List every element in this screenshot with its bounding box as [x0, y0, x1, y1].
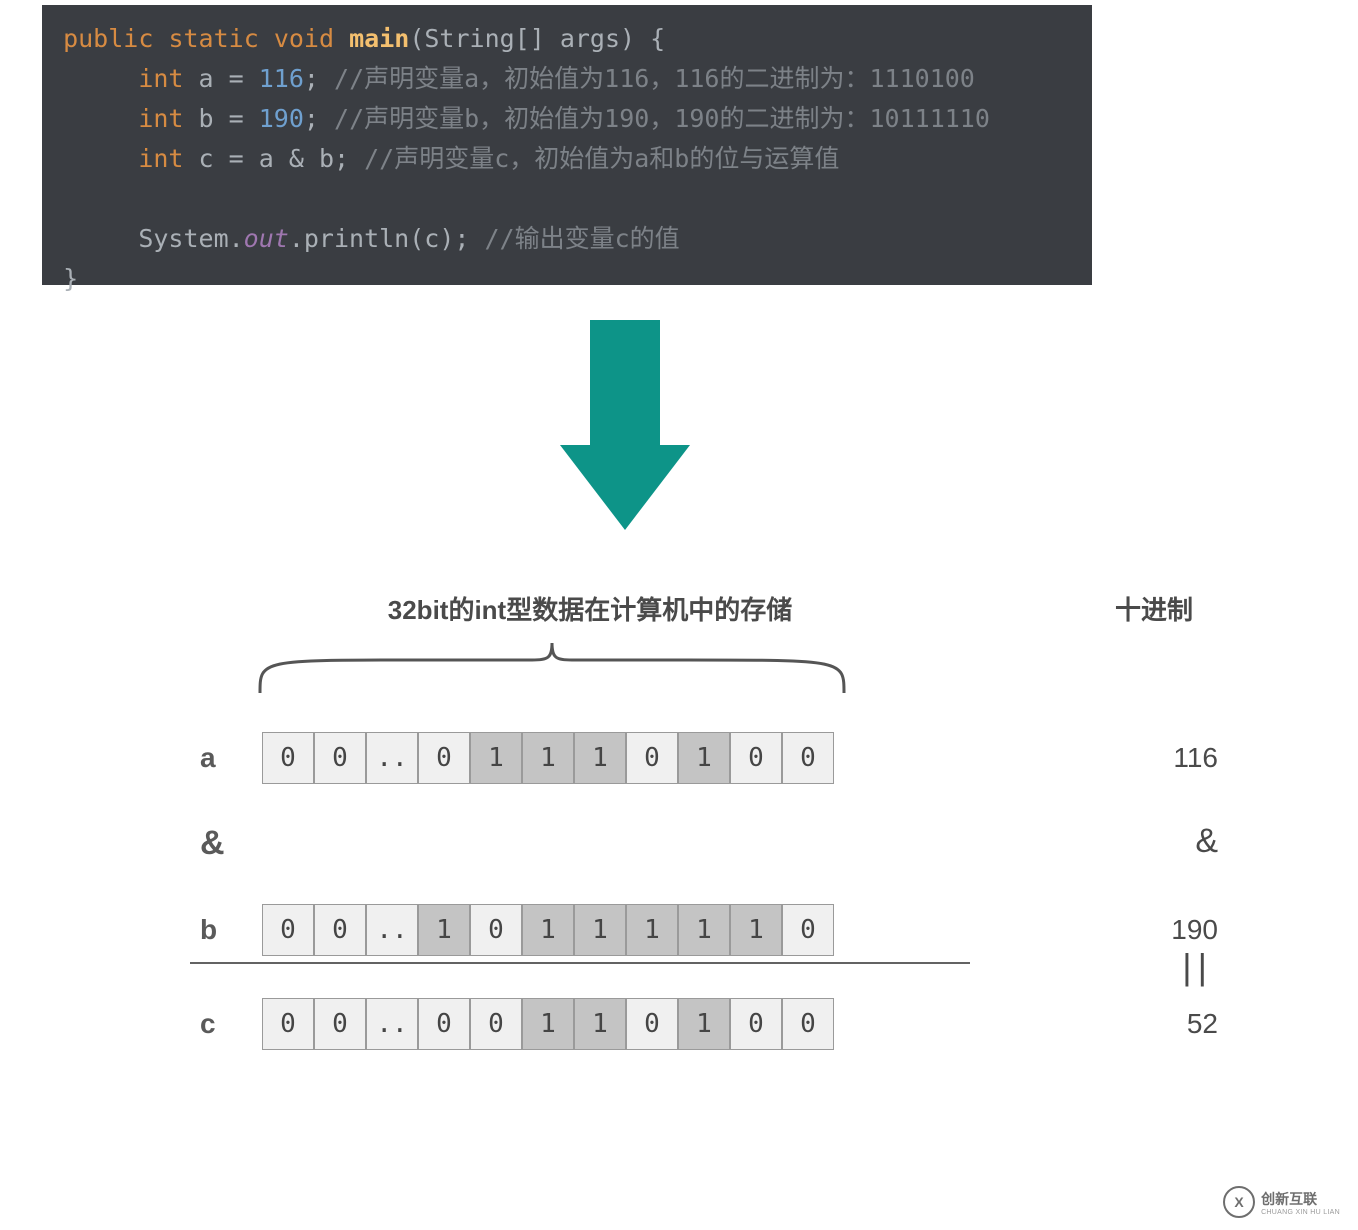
row-a: a 00..01110100 116 [0, 732, 1358, 788]
code-line-1: public static void main(String[] args) { [48, 19, 1086, 59]
bit-cell: 0 [782, 998, 834, 1050]
code-block: public static void main(String[] args) {… [42, 5, 1092, 285]
bit-cell: 1 [626, 904, 678, 956]
bit-cell: 0 [418, 998, 470, 1050]
watermark-name: 创新互联 [1261, 1189, 1340, 1209]
bit-cell: 1 [522, 904, 574, 956]
bit-cell: 1 [730, 904, 782, 956]
bit-cell: 0 [314, 904, 366, 956]
bit-cell: 0 [314, 998, 366, 1050]
code-line-3: int b = 190; //声明变量b，初始值为190，190的二进制为：10… [48, 99, 1086, 139]
watermark: X 创新互联 CHUANG XIN HU LIAN [1223, 1186, 1340, 1218]
code-line-2: int a = 116; //声明变量a，初始值为116，116的二进制为：11… [48, 59, 1086, 99]
row-op: & & [0, 818, 1358, 874]
bit-diagram: 32bit的int型数据在计算机中的存储 十进制 [0, 590, 1358, 630]
bit-cell: 1 [574, 732, 626, 784]
bit-cell: 0 [418, 732, 470, 784]
row-a-value: 116 [1173, 742, 1218, 774]
row-b: b 00..10111110 190 [0, 904, 1358, 960]
bit-cell: 0 [626, 998, 678, 1050]
row-b-bits: 00..10111110 [262, 904, 834, 956]
op-label: & [200, 824, 225, 863]
bit-cell: 1 [678, 904, 730, 956]
row-b-value: 190 [1171, 914, 1218, 946]
code-line-4: int c = a & b; //声明变量c，初始值为a和b的位与运算值 [48, 139, 1086, 179]
bit-cell: 0 [730, 998, 782, 1050]
page-root: public static void main(String[] args) {… [0, 0, 1358, 1230]
code-line-6: } [48, 259, 1086, 299]
row-c-value: 52 [1187, 1008, 1218, 1040]
row-c: c 00..00110100 52 [0, 998, 1358, 1054]
bit-cell: 0 [782, 904, 834, 956]
bit-cell: 0 [470, 904, 522, 956]
bit-cell: 1 [522, 998, 574, 1050]
bit-cell: 1 [522, 732, 574, 784]
bit-cell: 0 [730, 732, 782, 784]
bit-cell: 0 [262, 998, 314, 1050]
row-c-label: c [200, 1008, 216, 1040]
code-line-blank [48, 179, 1086, 219]
bit-cell: 1 [574, 998, 626, 1050]
row-a-bits: 00..01110100 [262, 732, 834, 784]
bit-cell: 1 [574, 904, 626, 956]
brace-icon [258, 640, 846, 695]
bit-cell: 1 [418, 904, 470, 956]
bit-cell: 0 [782, 732, 834, 784]
bit-cell: 1 [678, 998, 730, 1050]
bit-cell: 0 [470, 998, 522, 1050]
bit-cell: .. [366, 732, 418, 784]
row-a-label: a [200, 742, 216, 774]
bit-cell: .. [366, 998, 418, 1050]
bit-cell: .. [366, 904, 418, 956]
divider-line [190, 962, 970, 964]
bit-cell: 0 [262, 904, 314, 956]
op-value: & [1195, 822, 1218, 861]
decimal-header: 十进制 [1115, 590, 1193, 627]
bit-cell: 0 [626, 732, 678, 784]
watermark-logo-icon: X [1223, 1186, 1255, 1218]
diagram-title: 32bit的int型数据在计算机中的存储 [340, 590, 840, 627]
down-arrow-icon [560, 320, 690, 535]
bit-cell: 1 [470, 732, 522, 784]
bit-cell: 0 [262, 732, 314, 784]
row-c-bits: 00..00110100 [262, 998, 834, 1050]
watermark-sub: CHUANG XIN HU LIAN [1261, 1209, 1340, 1216]
row-b-label: b [200, 914, 217, 946]
bit-cell: 1 [678, 732, 730, 784]
equals-icon: || [1182, 946, 1213, 988]
bit-cell: 0 [314, 732, 366, 784]
code-line-5: System.out.println(c); //输出变量c的值 [48, 219, 1086, 259]
